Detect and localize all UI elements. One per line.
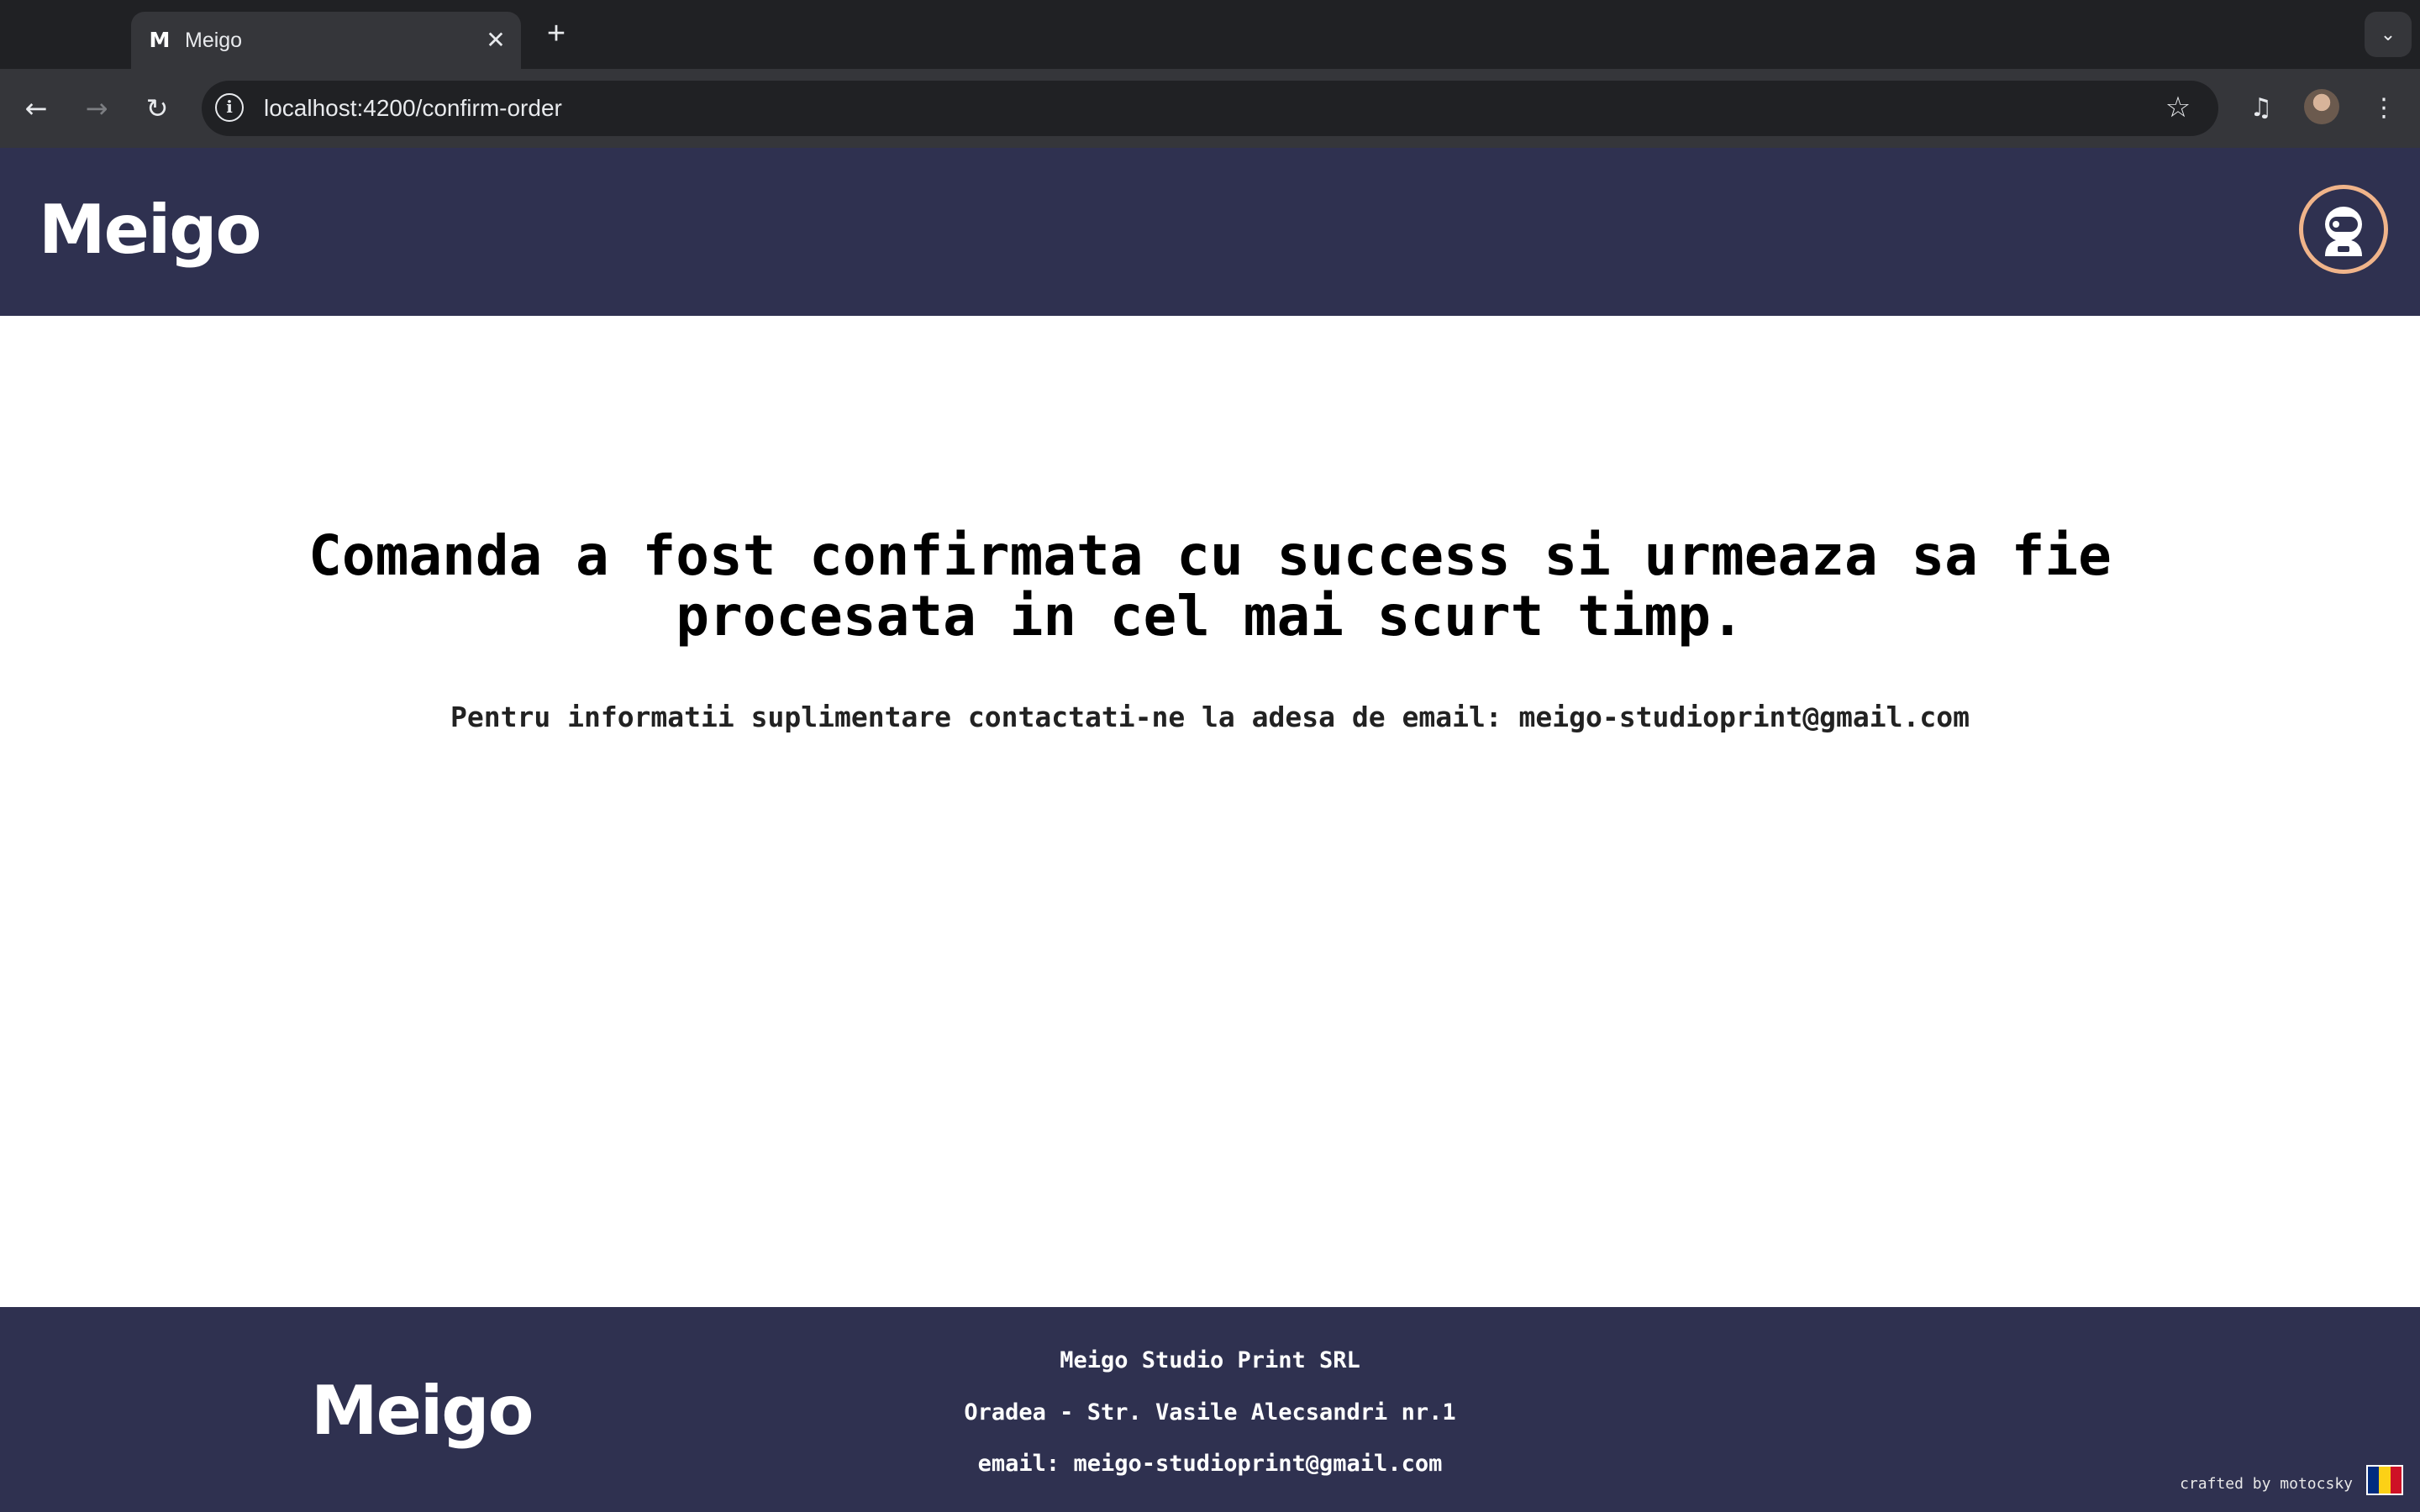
credit-text: crafted by motocsky	[2180, 1475, 2353, 1493]
main-content: Comanda a fost confirmata cu success si …	[0, 316, 2420, 1307]
profile-avatar[interactable]	[2304, 89, 2339, 124]
confirmation-title: Comanda a fost confirmata cu success si …	[308, 523, 2112, 648]
company-name: Meigo Studio Print SRL	[1060, 1347, 1360, 1373]
browser-tab[interactable]: M Meigo ✕	[131, 12, 521, 69]
reload-icon[interactable]: ↻	[138, 89, 176, 128]
tab-title: Meigo	[185, 29, 243, 52]
footer: Meigo Meigo Studio Print SRL Oradea - St…	[0, 1307, 2420, 1512]
browser-tab-strip: M Meigo ✕ + ⌄	[0, 0, 2420, 69]
favicon-icon: M	[149, 28, 171, 52]
media-controls-icon[interactable]: ♫	[2242, 89, 2281, 128]
contact-info-text: Pentru informatii suplimentare contactat…	[450, 701, 1970, 733]
flag-stripe-red	[2390, 1467, 2402, 1494]
site-info-icon[interactable]: i	[215, 93, 244, 122]
new-tab-icon[interactable]: +	[539, 17, 573, 50]
forward-arrow-icon[interactable]: →	[77, 89, 116, 128]
flag-stripe-yellow	[2379, 1467, 2391, 1494]
astronaut-avatar-icon	[2325, 207, 2362, 256]
browser-toolbar: ← → ↻ i localhost:4200/confirm-order ☆ ♫…	[0, 69, 2420, 148]
footer-logo: Meigo	[311, 1372, 534, 1450]
tab-search-chevron-down-icon[interactable]: ⌄	[2365, 12, 2412, 57]
account-button[interactable]	[2299, 185, 2388, 274]
kebab-menu-icon[interactable]: ⋮	[2365, 89, 2403, 128]
romania-flag-icon	[2366, 1465, 2403, 1495]
company-address: Oradea - Str. Vasile Alecsandri nr.1	[964, 1399, 1456, 1425]
tab-close-icon[interactable]: ✕	[482, 27, 509, 54]
back-arrow-icon[interactable]: ←	[17, 89, 55, 128]
header-logo[interactable]: Meigo	[39, 188, 262, 272]
address-bar[interactable]: i localhost:4200/confirm-order ☆	[202, 81, 2218, 136]
company-email: email: meigo-studioprint@gmail.com	[977, 1451, 1443, 1477]
flag-stripe-blue	[2368, 1467, 2380, 1494]
url-text[interactable]: localhost:4200/confirm-order	[264, 81, 562, 136]
app-header: Meigo	[0, 148, 2420, 316]
bookmark-star-icon[interactable]: ☆	[2161, 91, 2195, 124]
